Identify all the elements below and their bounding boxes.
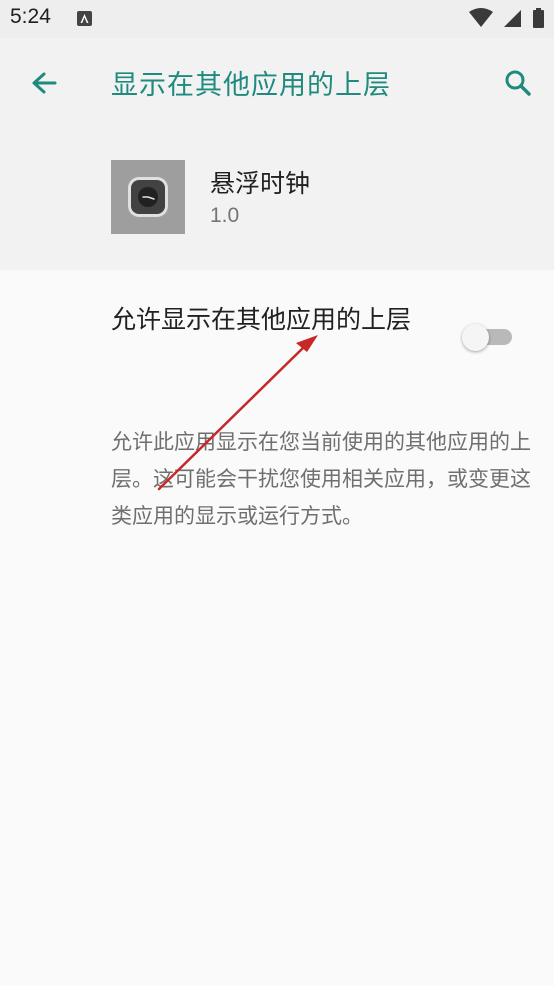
back-button[interactable] <box>22 62 66 106</box>
status-icons <box>463 8 544 28</box>
app-icon <box>111 160 185 234</box>
search-button[interactable] <box>496 62 540 106</box>
app-name: 悬浮时钟 <box>210 169 311 198</box>
wifi-icon <box>468 8 493 27</box>
app-notification-icon <box>77 11 92 26</box>
arrow-left-icon <box>32 72 57 94</box>
toggle-thumb <box>462 324 489 351</box>
search-icon <box>505 70 531 96</box>
app-header: 显示在其他应用的上层 悬浮时钟 1.0 <box>0 38 554 270</box>
permission-label: 允许显示在其他应用的上层 <box>111 305 412 334</box>
signal-icon <box>503 10 521 27</box>
permission-toggle[interactable] <box>462 324 514 351</box>
battery-icon <box>533 8 544 28</box>
permission-description: 允许此应用显示在您当前使用的其他应用的上层。这可能会干扰您使用相关应用，或变更这… <box>111 430 531 528</box>
page-title: 显示在其他应用的上层 <box>111 70 391 101</box>
status-bar: 5:24 <box>0 0 554 38</box>
clock-icon <box>131 180 165 214</box>
status-time: 5:24 <box>10 5 51 28</box>
app-version: 1.0 <box>210 204 240 227</box>
permission-row[interactable]: 允许显示在其他应用的上层 <box>0 270 554 400</box>
